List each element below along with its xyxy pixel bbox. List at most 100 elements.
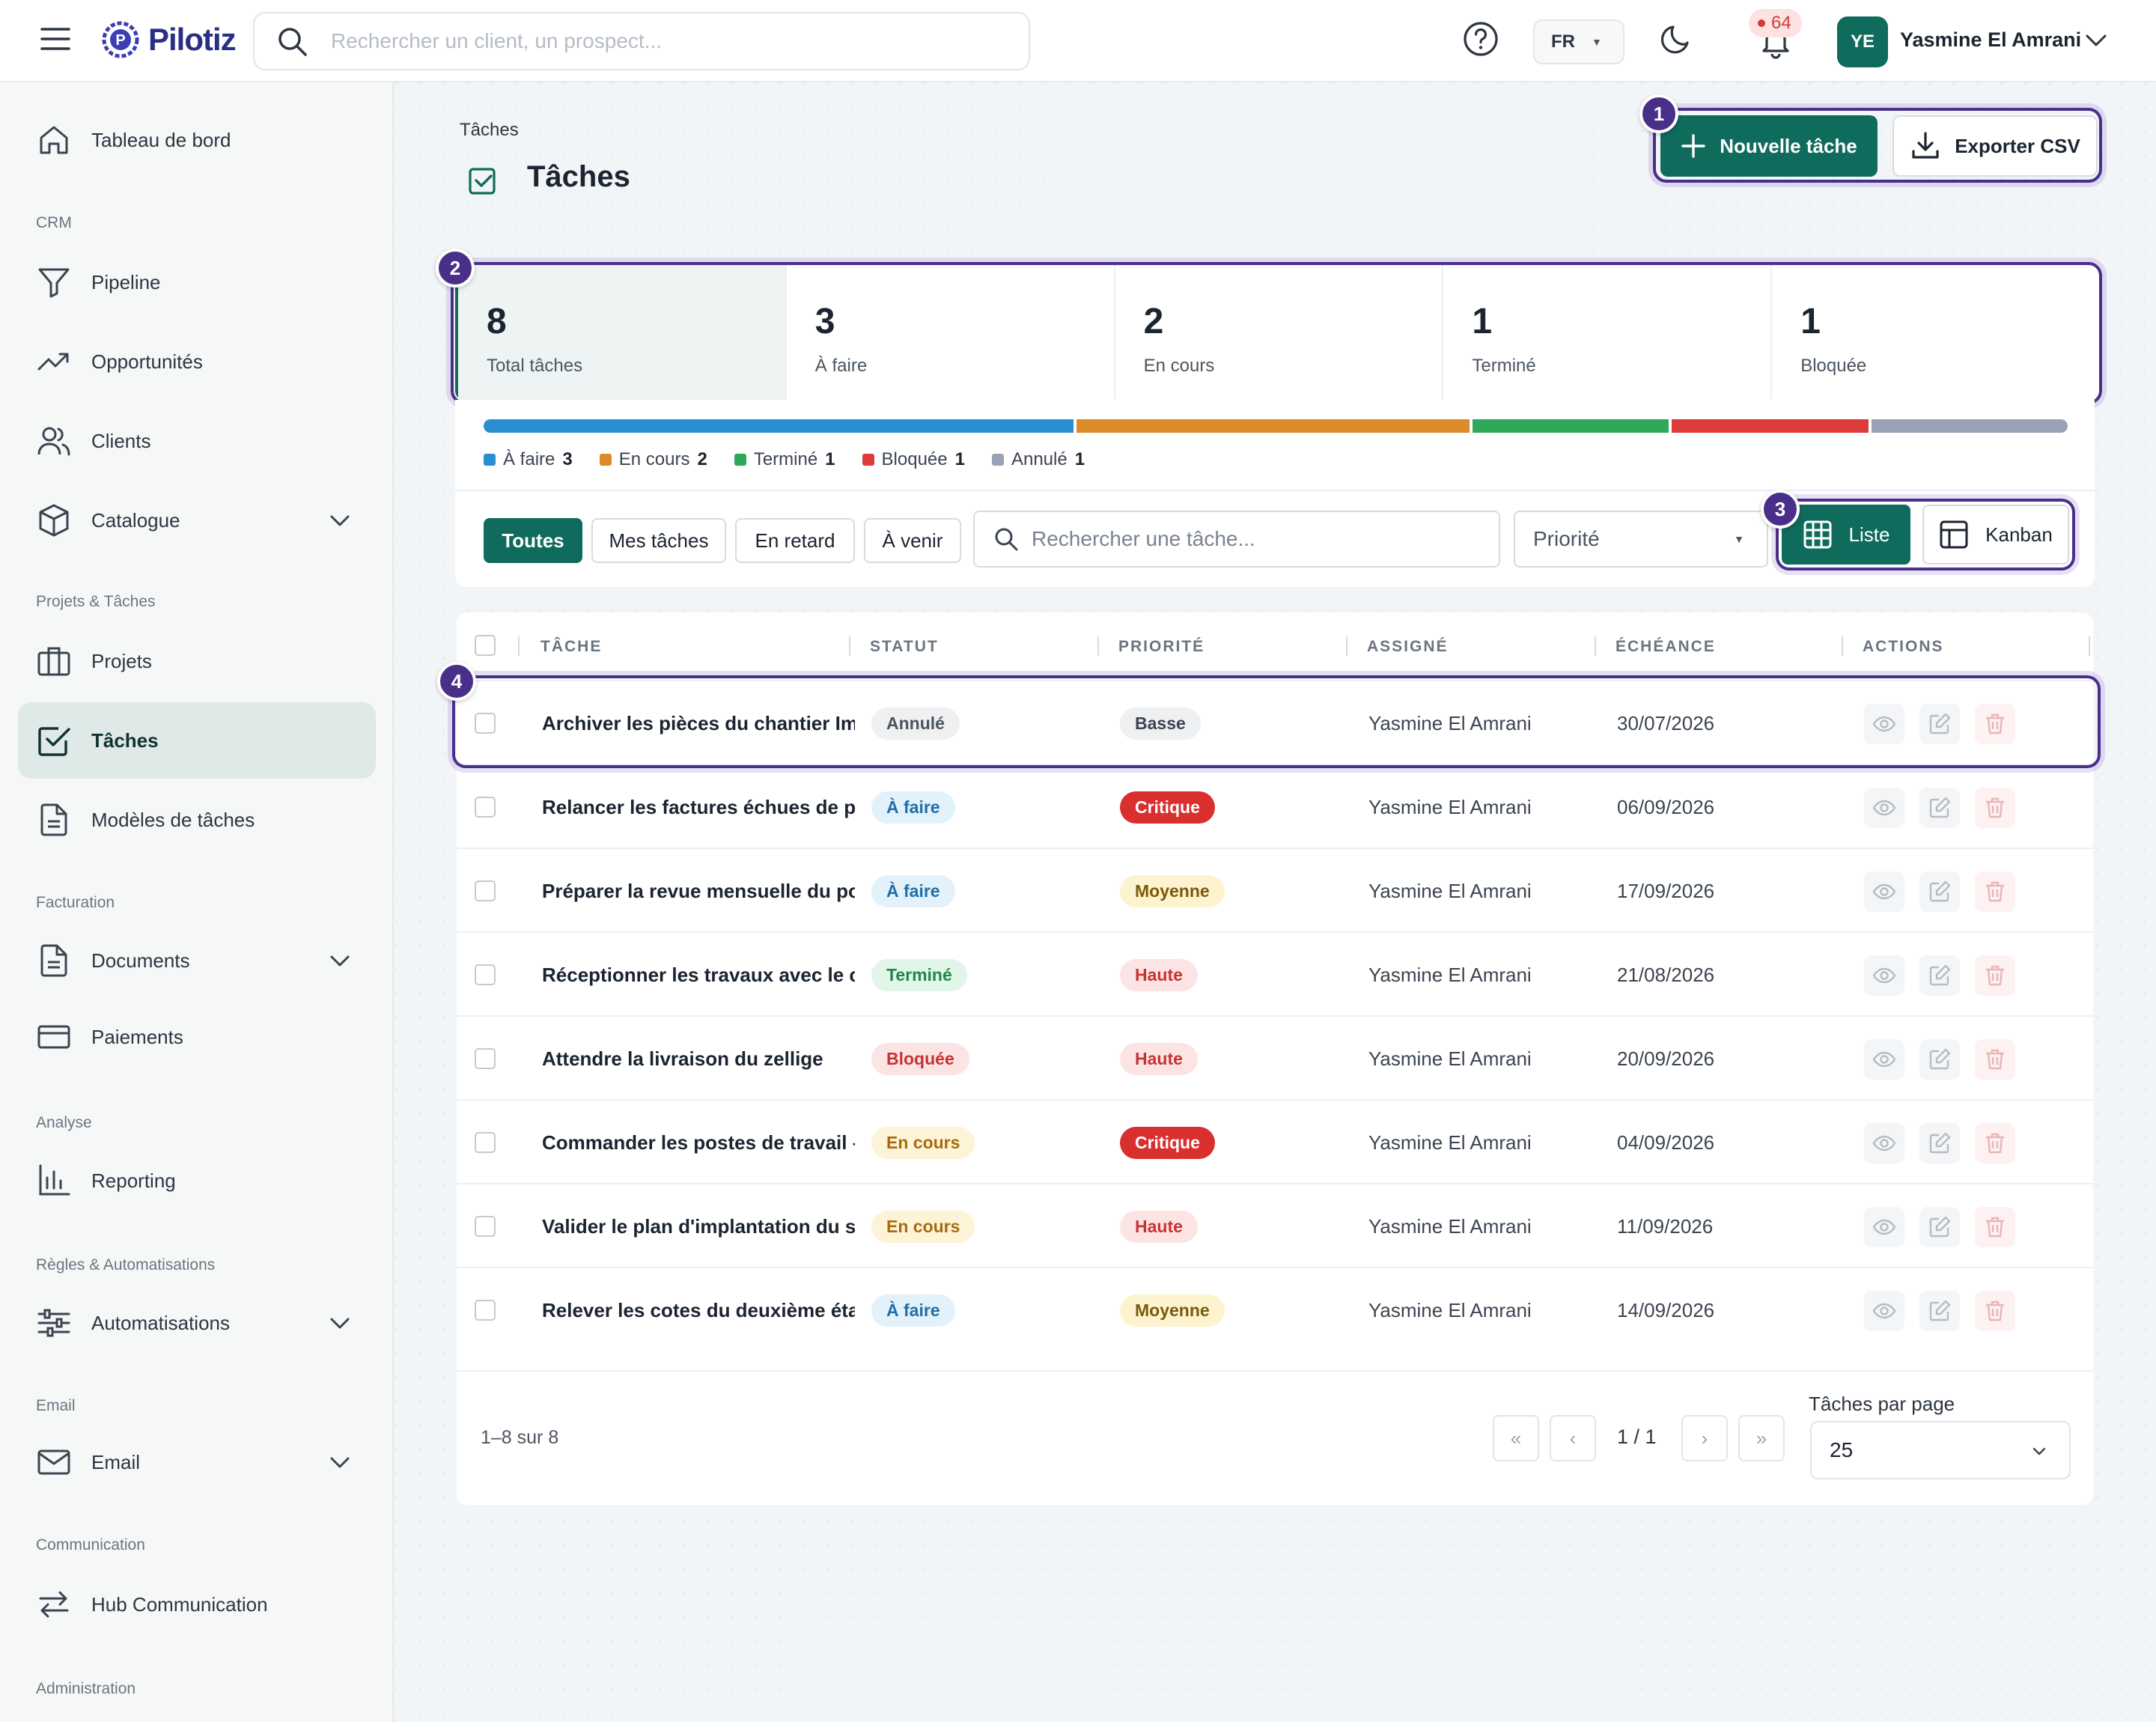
column-header-due[interactable]: ÉCHÉANCE <box>1616 638 1716 656</box>
sidebar-item-pipeline[interactable]: Pipeline <box>18 244 376 320</box>
delete-task-button[interactable] <box>1975 788 2015 828</box>
table-row[interactable]: Relancer les factures échues de pl À fair… <box>457 764 2093 848</box>
table-row[interactable]: Préparer la revue mensuelle du po À faire… <box>457 848 2093 931</box>
task-name[interactable]: Valider le plan d'implantation du s <box>542 1215 855 1238</box>
table-row[interactable]: Valider le plan d'implantation du s En co… <box>457 1183 2093 1267</box>
table-row[interactable]: Attendre la livraison du zellige Bloquée H… <box>457 1015 2093 1099</box>
view-kanban-button[interactable]: Kanban <box>1922 505 2069 565</box>
table-row[interactable]: Archiver les pièces du chantier Imi Annul… <box>457 680 2093 764</box>
view-list-button[interactable]: Liste <box>1782 505 1910 565</box>
task-search[interactable] <box>973 511 1500 568</box>
filter-late-button[interactable]: En retard <box>735 518 855 563</box>
filter-all-button[interactable]: Toutes <box>484 518 582 563</box>
view-task-button[interactable] <box>1864 704 1904 744</box>
global-search-input[interactable] <box>331 29 930 53</box>
stat-total[interactable]: 8 Total tâches <box>455 265 787 400</box>
view-task-button[interactable] <box>1864 955 1904 996</box>
task-name[interactable]: Commander les postes de travail – <box>542 1131 855 1154</box>
priority-select[interactable]: Priorité ▼ <box>1514 511 1768 568</box>
task-name[interactable]: Réceptionner les travaux avec le cl <box>542 964 855 987</box>
help-icon[interactable] <box>1461 19 1500 58</box>
row-checkbox[interactable] <box>475 1048 496 1069</box>
stat-done[interactable]: 1 Terminé <box>1443 265 1773 400</box>
edit-task-button[interactable] <box>1919 1291 1960 1331</box>
first-page-button[interactable]: « <box>1493 1415 1539 1461</box>
row-checkbox[interactable] <box>475 1300 496 1321</box>
row-checkbox[interactable] <box>475 880 496 901</box>
notification-badge[interactable]: 64 <box>1749 9 1802 37</box>
stat-todo[interactable]: 3 À faire <box>787 265 1115 400</box>
prev-page-button[interactable]: ‹ <box>1550 1415 1596 1461</box>
sidebar-item-task-templates[interactable]: Modèles de tâches <box>18 782 376 858</box>
sidebar-item-email[interactable]: Email <box>18 1424 376 1500</box>
task-name[interactable]: Relancer les factures échues de pl <box>542 796 855 819</box>
sidebar-item-reporting[interactable]: Reporting <box>18 1143 376 1219</box>
edit-task-button[interactable] <box>1919 1039 1960 1080</box>
delete-task-button[interactable] <box>1975 1291 2015 1331</box>
sidebar-item-tasks[interactable]: Tâches <box>18 702 376 779</box>
edit-task-button[interactable] <box>1919 955 1960 996</box>
avatar[interactable]: YE <box>1837 16 1888 67</box>
view-task-button[interactable] <box>1864 1123 1904 1163</box>
row-checkbox[interactable] <box>475 1216 496 1237</box>
table-row[interactable]: Relever les cotes du deuxième éta À faire… <box>457 1267 2093 1351</box>
task-name[interactable]: Préparer la revue mensuelle du po <box>542 880 855 903</box>
stat-in-progress[interactable]: 2 En cours <box>1115 265 1444 400</box>
sidebar-item-dashboard[interactable]: Tableau de bord <box>18 102 376 178</box>
row-checkbox[interactable] <box>475 797 496 818</box>
chevron-down-icon[interactable] <box>2083 27 2110 54</box>
view-task-button[interactable] <box>1864 871 1904 912</box>
view-task-button[interactable] <box>1864 1207 1904 1247</box>
edit-task-button[interactable] <box>1919 788 1960 828</box>
sidebar-item-catalogue[interactable]: Catalogue <box>18 482 376 559</box>
select-all-checkbox[interactable] <box>475 635 496 656</box>
column-header-task[interactable]: TÂCHE <box>540 638 602 656</box>
sidebar-item-payments[interactable]: Paiements <box>18 999 376 1075</box>
sidebar-item-clients[interactable]: Clients <box>18 403 376 479</box>
delete-task-button[interactable] <box>1975 1039 2015 1080</box>
sidebar-item-automations[interactable]: Automatisations <box>18 1285 376 1361</box>
view-task-button[interactable] <box>1864 788 1904 828</box>
task-name[interactable]: Archiver les pièces du chantier Imi <box>542 712 855 735</box>
edit-task-button[interactable] <box>1919 1123 1960 1163</box>
dark-mode-icon[interactable] <box>1657 19 1696 58</box>
edit-task-button[interactable] <box>1919 871 1960 912</box>
view-task-button[interactable] <box>1864 1039 1904 1080</box>
filter-upcoming-button[interactable]: À venir <box>864 518 961 563</box>
sidebar-item-label: Tâches <box>91 728 159 752</box>
edit-task-button[interactable] <box>1919 704 1960 744</box>
language-select[interactable]: FR ▼ <box>1533 19 1624 64</box>
delete-task-button[interactable] <box>1975 955 2015 996</box>
sidebar-item-hub[interactable]: Hub Communication <box>18 1566 376 1643</box>
delete-task-button[interactable] <box>1975 704 2015 744</box>
export-csv-button[interactable]: Exporter CSV <box>1892 115 2098 177</box>
filter-mine-button[interactable]: Mes tâches <box>591 518 726 563</box>
delete-task-button[interactable] <box>1975 871 2015 912</box>
column-header-assignee[interactable]: ASSIGNÉ <box>1367 638 1449 656</box>
task-name[interactable]: Attendre la livraison du zellige <box>542 1047 855 1071</box>
task-name[interactable]: Relever les cotes du deuxième éta <box>542 1299 855 1322</box>
sidebar-item-documents[interactable]: Documents <box>18 922 376 999</box>
chevron-down-icon <box>2032 1447 2046 1455</box>
row-checkbox[interactable] <box>475 1132 496 1153</box>
delete-task-button[interactable] <box>1975 1123 2015 1163</box>
row-checkbox[interactable] <box>475 713 496 734</box>
stat-blocked[interactable]: 1 Bloquée <box>1772 265 2099 400</box>
task-search-input[interactable] <box>1032 527 1481 551</box>
next-page-button[interactable]: › <box>1681 1415 1728 1461</box>
edit-task-button[interactable] <box>1919 1207 1960 1247</box>
table-row[interactable]: Commander les postes de travail – En cour… <box>457 1099 2093 1183</box>
new-task-button[interactable]: Nouvelle tâche <box>1660 115 1878 177</box>
sidebar-item-opportunities[interactable]: Opportunités <box>18 323 376 400</box>
last-page-button[interactable]: » <box>1738 1415 1785 1461</box>
column-header-status[interactable]: STATUT <box>870 638 939 656</box>
view-task-button[interactable] <box>1864 1291 1904 1331</box>
breadcrumb[interactable]: Tâches <box>460 120 519 141</box>
row-checkbox[interactable] <box>475 964 496 985</box>
table-row[interactable]: Réceptionner les travaux avec le cl Termi… <box>457 931 2093 1015</box>
user-name[interactable]: Yasmine El Amrani <box>1900 28 2081 52</box>
per-page-select[interactable]: 25 <box>1810 1421 2071 1479</box>
delete-task-button[interactable] <box>1975 1207 2015 1247</box>
sidebar-item-projects[interactable]: Projets <box>18 623 376 699</box>
column-header-priority[interactable]: PRIORITÉ <box>1118 638 1205 656</box>
